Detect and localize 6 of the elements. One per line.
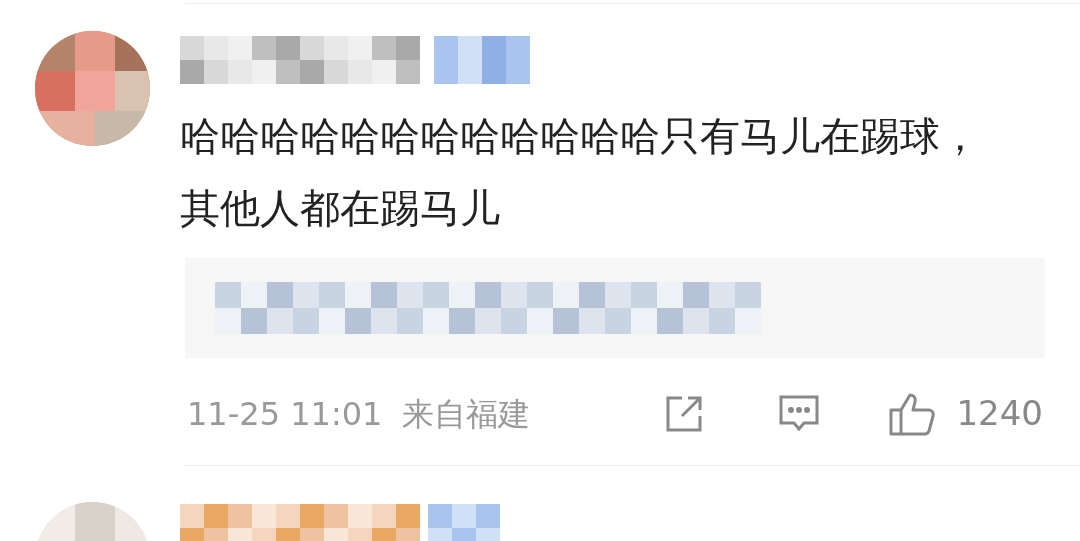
thumbs-up-icon[interactable]	[888, 391, 937, 436]
comment-time: 11-25 11:01	[187, 393, 383, 435]
comment-text: 哈哈哈哈哈哈哈哈哈哈哈哈只有马儿在踢球，其他人都在踢马儿	[180, 112, 981, 233]
comment-location: 来自福建	[402, 393, 531, 435]
like-count: 1240	[956, 392, 1043, 435]
pixelated-badge-drawing	[428, 504, 500, 541]
